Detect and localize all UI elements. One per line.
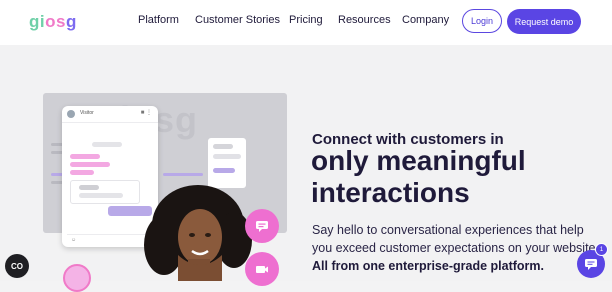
mock-message bbox=[70, 170, 94, 175]
mock-line bbox=[213, 144, 233, 149]
request-demo-button[interactable]: Request demo bbox=[507, 9, 581, 34]
hero-body-line-3: All from one enterprise-grade platform. bbox=[312, 259, 544, 273]
logo-part-1: gi bbox=[29, 12, 46, 31]
hero-body-line-2: you exceed customer expectations on your… bbox=[312, 241, 599, 255]
mock-row bbox=[163, 173, 203, 176]
login-button[interactable]: Login bbox=[462, 9, 502, 33]
chat-header: Visitor ■ ⋮ bbox=[62, 106, 158, 123]
nav-item-pricing[interactable]: Pricing bbox=[289, 14, 323, 26]
mock-message bbox=[92, 142, 122, 147]
cookie-settings-button[interactable]: CO bbox=[5, 254, 29, 278]
nav-item-platform[interactable]: Platform bbox=[138, 14, 179, 26]
message-glyph bbox=[256, 221, 268, 232]
hero-body-line-1: Say hello to conversational experiences … bbox=[312, 223, 584, 237]
visitor-avatar bbox=[67, 110, 75, 118]
mock-card bbox=[70, 180, 140, 204]
logo-part-3: g bbox=[65, 12, 77, 31]
nav-item-company[interactable]: Company bbox=[402, 14, 449, 26]
nav-item-customer-stories[interactable]: Customer Stories bbox=[195, 14, 280, 26]
nav-item-resources[interactable]: Resources bbox=[338, 14, 391, 26]
camera-glyph bbox=[256, 266, 268, 273]
woman-photo bbox=[144, 185, 252, 281]
emoji-icon: ☺ bbox=[71, 237, 77, 243]
mock-line bbox=[79, 185, 99, 190]
chat-icon bbox=[585, 259, 597, 270]
mock-line bbox=[213, 168, 235, 173]
logo-part-2: os bbox=[45, 12, 66, 31]
chat-input-bar: ☺ bbox=[67, 234, 153, 244]
hero-heading: only meaningful interactions bbox=[311, 145, 591, 209]
hero-heading-line-1: only meaningful bbox=[311, 145, 526, 176]
giosg-logo[interactable]: giosg bbox=[29, 12, 77, 32]
user-avatar-icon bbox=[63, 264, 91, 292]
hero-heading-line-2: interactions bbox=[311, 177, 470, 208]
mock-line bbox=[79, 193, 123, 198]
mock-side-panel bbox=[208, 138, 246, 188]
top-navigation: giosg Platform Customer Stories Pricing … bbox=[0, 0, 612, 45]
chat-title: Visitor bbox=[80, 110, 94, 116]
mock-line bbox=[213, 154, 241, 159]
video-icon: ■ ⋮ bbox=[140, 110, 152, 116]
chat-bubble-icon bbox=[245, 209, 279, 243]
mock-message bbox=[70, 162, 110, 167]
mock-message bbox=[70, 154, 100, 159]
notification-badge: 1 bbox=[595, 243, 608, 256]
